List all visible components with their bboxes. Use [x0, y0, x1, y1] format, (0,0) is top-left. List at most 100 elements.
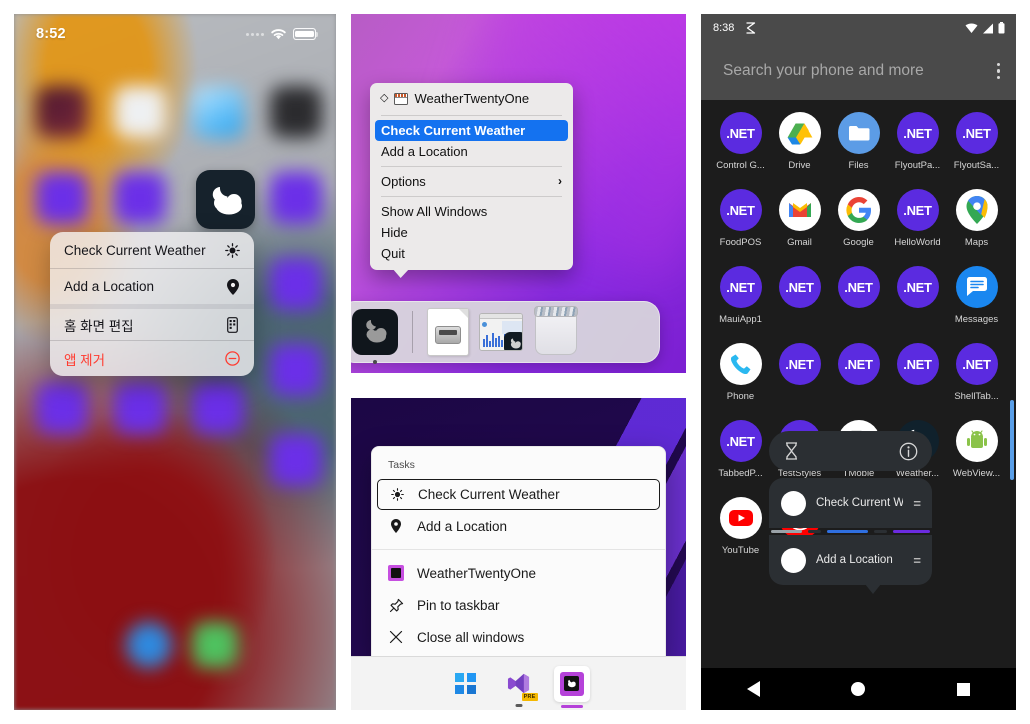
edit-home-screen-icon	[224, 316, 241, 333]
app-item-obscured[interactable]: .NET	[888, 343, 947, 420]
dotnet-icon: .NET	[778, 343, 821, 385]
app-label: Files	[848, 160, 869, 171]
app-item-phone[interactable]: Phone	[711, 343, 770, 420]
ios-weather-app-icon[interactable]	[196, 170, 255, 229]
app-item-messages[interactable]: Messages	[947, 266, 1006, 343]
macos-dock	[351, 301, 660, 364]
drag-handle-icon[interactable]: =	[913, 553, 921, 568]
shortcut-item-check-weather[interactable]: Check Current W... =	[769, 478, 932, 528]
app-item-foodpos[interactable]: .NET FoodPOS	[711, 189, 770, 266]
dock-item-disk-document[interactable]	[427, 308, 469, 356]
sun-icon	[389, 488, 405, 501]
app-item-obscured[interactable]: .NET	[888, 266, 947, 343]
app-label: WebView...	[952, 468, 1001, 479]
app-item-maps[interactable]: Maps	[947, 189, 1006, 266]
ios-dock-app-tile	[126, 622, 172, 668]
jump-list-item-label: WeatherTwentyOne	[417, 565, 537, 581]
app-info-icon[interactable]	[899, 442, 918, 461]
taskbar-start-button[interactable]	[448, 666, 484, 702]
macos-menu-item-show-all-windows[interactable]: Show All Windows	[370, 201, 573, 222]
ios-status-indicators	[246, 28, 319, 41]
dotnet-icon: .NET	[955, 112, 998, 154]
battery-icon	[998, 22, 1005, 34]
windows-jump-list: Tasks Check Current Weather Add a Locati…	[371, 446, 666, 666]
shortcut-item-add-location[interactable]: Add a Location =	[769, 535, 932, 585]
jump-list-divider	[372, 549, 665, 550]
nav-home-button[interactable]	[851, 682, 866, 696]
android-search-bar[interactable]: Search your phone and more	[701, 42, 1016, 100]
ios-menu-item-check-weather[interactable]: Check Current Weather	[50, 232, 254, 268]
jump-list-item-add-location[interactable]: Add a Location	[372, 510, 665, 542]
nav-back-button[interactable]	[746, 681, 760, 697]
app-item-webview[interactable]: WebView...	[947, 420, 1006, 497]
google-maps-icon	[955, 189, 998, 231]
alarm-icon	[746, 22, 756, 34]
jump-list-item-pin-to-taskbar[interactable]: Pin to taskbar	[372, 589, 665, 621]
dotnet-icon: .NET	[896, 343, 939, 385]
jump-list-item-label: Add a Location	[417, 518, 508, 534]
app-item-youtube[interactable]: YouTube	[711, 497, 770, 574]
dock-separator	[412, 311, 413, 353]
app-label: Maps	[964, 237, 989, 248]
ios-app-tile	[270, 172, 322, 224]
app-item-files[interactable]: Files	[829, 112, 888, 189]
app-item-flyoutsample[interactable]: .NET FlyoutSa...	[947, 112, 1006, 189]
app-item-control-gallery[interactable]: .NET Control G...	[711, 112, 770, 189]
ios-menu-item-remove-app[interactable]: 앱 제거	[50, 340, 254, 376]
app-item-obscured[interactable]: .NET	[770, 266, 829, 343]
messages-icon	[955, 266, 998, 308]
sun-icon	[224, 242, 241, 259]
app-item-flyoutpage[interactable]: .NET FlyoutPa...	[888, 112, 947, 189]
jump-list-item-check-weather[interactable]: Check Current Weather	[377, 479, 660, 510]
jump-list-section-header: Tasks	[388, 459, 415, 471]
macos-menu-item-add-location[interactable]: Add a Location	[370, 141, 573, 162]
taskbar-weathertwentyone-button[interactable]	[553, 665, 590, 708]
app-item-gmail[interactable]: Gmail	[770, 189, 829, 266]
ios-menu-item-add-location[interactable]: Add a Location	[50, 268, 254, 304]
app-drawer-scrollbar[interactable]	[1010, 400, 1014, 480]
app-label: YouTube	[721, 545, 760, 556]
dotnet-icon: .NET	[896, 266, 939, 308]
dock-item-spreadsheet-window[interactable]	[479, 309, 525, 355]
macos-menu-item-check-weather[interactable]: Check Current Weather	[375, 120, 568, 141]
jump-list-item-close-all-windows[interactable]: Close all windows	[372, 621, 665, 653]
google-icon	[837, 189, 880, 231]
ios-app-tile	[192, 86, 244, 138]
ios-menu-item-edit-home-screen[interactable]: 홈 화면 편집	[50, 304, 254, 340]
gmail-icon	[778, 189, 821, 231]
moon-cloud-icon	[212, 187, 242, 215]
app-item-shelltabbed[interactable]: .NET ShellTab...	[947, 343, 1006, 420]
app-item-tabbedpage[interactable]: .NET TabbedP...	[711, 420, 770, 497]
macos-menu-item-hide[interactable]: Hide	[370, 222, 573, 243]
macos-menu-item-label: Quit	[381, 245, 405, 261]
drag-handle-icon[interactable]: =	[913, 496, 921, 511]
macos-menu-item-label: Hide	[381, 224, 408, 240]
kebab-menu-icon[interactable]	[996, 62, 1000, 80]
app-item-obscured[interactable]: .NET	[829, 343, 888, 420]
hourglass-icon[interactable]	[784, 442, 799, 460]
jump-list-item-label: Check Current Weather	[418, 487, 560, 502]
ios-status-time: 8:52	[36, 26, 66, 42]
location-pin-icon	[388, 519, 404, 533]
taskbar-visual-studio-button[interactable]: PRE	[501, 666, 538, 707]
android-status-icons	[965, 22, 1005, 34]
ios-app-tile	[36, 172, 88, 224]
dock-item-trash[interactable]	[534, 306, 578, 355]
app-item-helloworld[interactable]: .NET HelloWorld	[888, 189, 947, 266]
app-item-mauiapp1[interactable]: .NET MauiApp1	[711, 266, 770, 343]
app-item-google[interactable]: Google	[829, 189, 888, 266]
app-item-drive[interactable]: Drive	[770, 112, 829, 189]
app-label: FlyoutPa...	[894, 160, 941, 171]
macos-menu-item-options[interactable]: Options ›	[370, 171, 573, 192]
jump-list-item-label: Pin to taskbar	[417, 597, 500, 613]
dotnet-icon: .NET	[719, 420, 762, 462]
app-item-obscured[interactable]: .NET	[829, 266, 888, 343]
android-status-time: 8:38	[713, 22, 735, 34]
macos-menu-item-label: Check Current Weather	[381, 122, 526, 138]
nav-recents-button[interactable]	[957, 682, 971, 696]
macos-menu-item-quit[interactable]: Quit	[370, 243, 573, 264]
taskbar-active-indicator	[560, 704, 583, 708]
app-item-obscured[interactable]: .NET	[770, 343, 829, 420]
dock-item-weather-app[interactable]	[352, 309, 398, 364]
jump-list-item-open-app[interactable]: WeatherTwentyOne	[372, 557, 665, 589]
